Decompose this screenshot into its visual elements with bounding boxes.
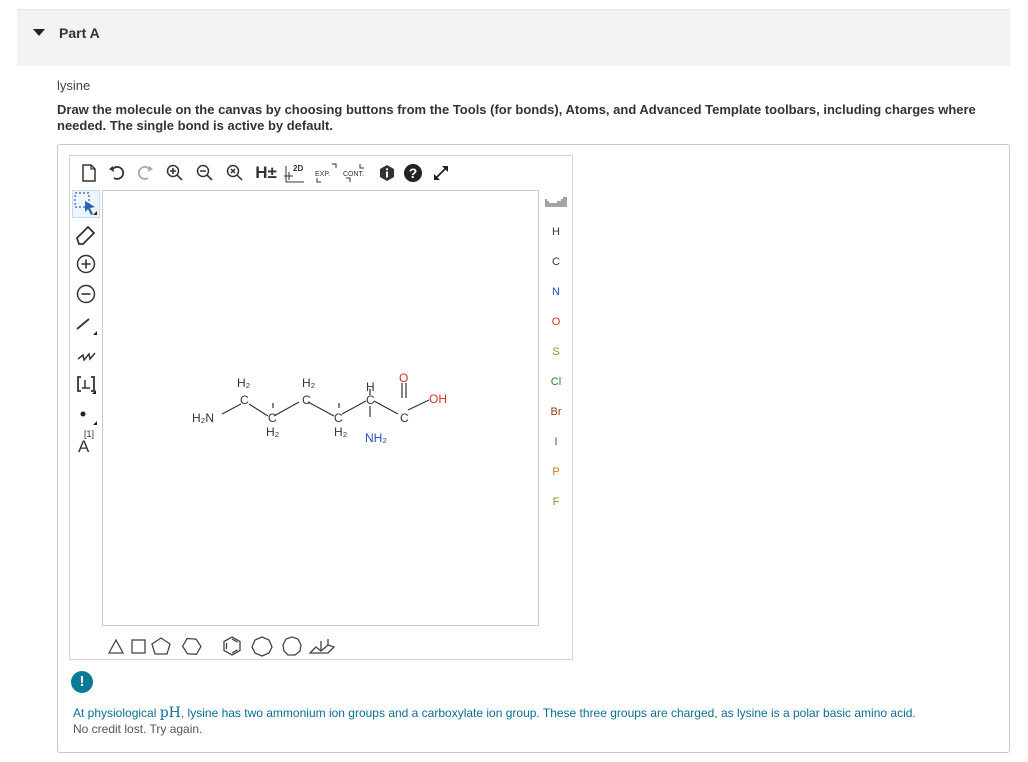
bracket-tool-icon[interactable] xyxy=(72,370,100,398)
info-icon[interactable] xyxy=(376,160,398,186)
atom-map-tool[interactable]: [1] A xyxy=(72,428,100,456)
atom-button-cl[interactable]: Cl xyxy=(542,376,570,388)
atom-label: H xyxy=(552,226,560,238)
help-icon[interactable]: ? xyxy=(402,160,424,186)
template-toolbar xyxy=(107,635,336,657)
zoom-out-icon[interactable] xyxy=(194,160,216,186)
h2-label: H₂ xyxy=(266,425,280,439)
feedback-ph: pH xyxy=(159,705,181,721)
new-document-icon[interactable] xyxy=(78,160,100,186)
cycloheptane-template-icon[interactable] xyxy=(251,636,273,657)
oxygen-label: O xyxy=(399,371,408,385)
expand-button[interactable]: EXP. xyxy=(314,160,340,186)
chain-tool-icon[interactable] xyxy=(72,340,100,368)
atom-label: F xyxy=(552,496,560,508)
contract-button[interactable]: CONT. xyxy=(342,160,370,186)
atom-button-s[interactable]: S xyxy=(542,346,570,358)
lysine-structure: H₂N C H₂ C H₂ C H₂ C H₂ C H NH₂ C O OH xyxy=(192,371,447,445)
periodic-table-icon[interactable] xyxy=(542,196,570,213)
svg-text:?: ? xyxy=(409,165,418,181)
hydroxyl-label: OH xyxy=(429,392,447,406)
carbon-label: C xyxy=(268,411,277,425)
cyclobutane-template-icon[interactable] xyxy=(131,639,146,654)
atom-label: Cl xyxy=(550,376,562,388)
h2n-label: H₂N xyxy=(192,411,214,425)
atom-button-o[interactable]: O xyxy=(542,316,570,328)
clean-2d-button[interactable]: 2D xyxy=(282,160,308,186)
atom-button-f[interactable]: F xyxy=(542,496,570,508)
zoom-in-icon[interactable] xyxy=(164,160,186,186)
atom-button-h[interactable]: H xyxy=(542,226,570,238)
cyclopentane-template-icon[interactable] xyxy=(151,637,171,655)
collapse-caret-icon[interactable] xyxy=(33,29,45,36)
cyclohexane-template-icon[interactable] xyxy=(181,635,203,657)
atom-label: O xyxy=(551,316,561,328)
chair-template-icon[interactable] xyxy=(308,639,336,654)
part-title: Part A xyxy=(59,25,100,41)
benzene-template-icon[interactable] xyxy=(223,636,241,656)
feedback-message: At physiological pH, lysine has two ammo… xyxy=(73,705,1003,721)
carbon-label: C xyxy=(240,393,249,407)
carbon-label: C xyxy=(302,393,311,407)
zoom-reset-icon[interactable] xyxy=(224,160,246,186)
carboxyl-carbon-label: C xyxy=(400,411,409,425)
instructions: Draw the molecule on the canvas by choos… xyxy=(57,102,976,133)
hydrogen-label: H xyxy=(366,380,375,394)
feedback-alert-icon: ! xyxy=(71,671,93,693)
top-toolbar: H± 2D EXP. CONT. ? xyxy=(74,160,494,186)
atom-label: Br xyxy=(550,406,562,418)
hydrogen-toggle-button[interactable]: H± xyxy=(254,160,278,186)
feedback-text-after: , lysine has two ammonium ion groups and… xyxy=(180,706,916,720)
atom-label: I xyxy=(554,436,558,448)
radical-tool-icon[interactable] xyxy=(72,400,100,428)
cyclopropane-template-icon[interactable] xyxy=(107,638,125,654)
atom-button-p[interactable]: P xyxy=(542,466,570,478)
eraser-icon[interactable] xyxy=(72,220,100,248)
feedback-credit-note: No credit lost. Try again. xyxy=(73,722,203,736)
atom-map-letter: A xyxy=(78,436,90,456)
h2-label: H₂ xyxy=(237,376,251,390)
expand-label: EXP. xyxy=(315,171,330,178)
redo-icon[interactable] xyxy=(134,160,156,186)
part-header[interactable]: Part A xyxy=(17,10,1010,66)
clean-2d-label: 2D xyxy=(293,164,303,173)
fullscreen-icon[interactable] xyxy=(430,160,452,186)
select-tool-icon[interactable] xyxy=(72,190,100,218)
positive-charge-icon[interactable] xyxy=(72,250,100,278)
h2-label: H₂ xyxy=(334,425,348,439)
feedback-text-before: At physiological xyxy=(73,706,160,720)
cyclooctane-template-icon[interactable] xyxy=(282,636,302,656)
compound-name: lysine xyxy=(57,78,91,93)
atom-button-br[interactable]: Br xyxy=(542,406,570,418)
atom-label: P xyxy=(552,466,560,478)
atom-button-n[interactable]: N xyxy=(542,286,570,298)
carbon-label: C xyxy=(334,411,343,425)
atom-label: N xyxy=(552,286,560,298)
negative-charge-icon[interactable] xyxy=(72,280,100,308)
h2-label: H₂ xyxy=(302,376,316,390)
undo-icon[interactable] xyxy=(106,160,128,186)
single-bond-icon[interactable] xyxy=(72,310,100,338)
nh2-label: NH₂ xyxy=(365,431,387,445)
contract-label: CONT. xyxy=(343,171,364,178)
atom-label: S xyxy=(552,346,560,358)
atom-label: C xyxy=(552,256,560,268)
atom-button-i[interactable]: I xyxy=(542,436,570,448)
atom-button-c[interactable]: C xyxy=(542,256,570,268)
alpha-carbon-label: C xyxy=(366,393,375,407)
